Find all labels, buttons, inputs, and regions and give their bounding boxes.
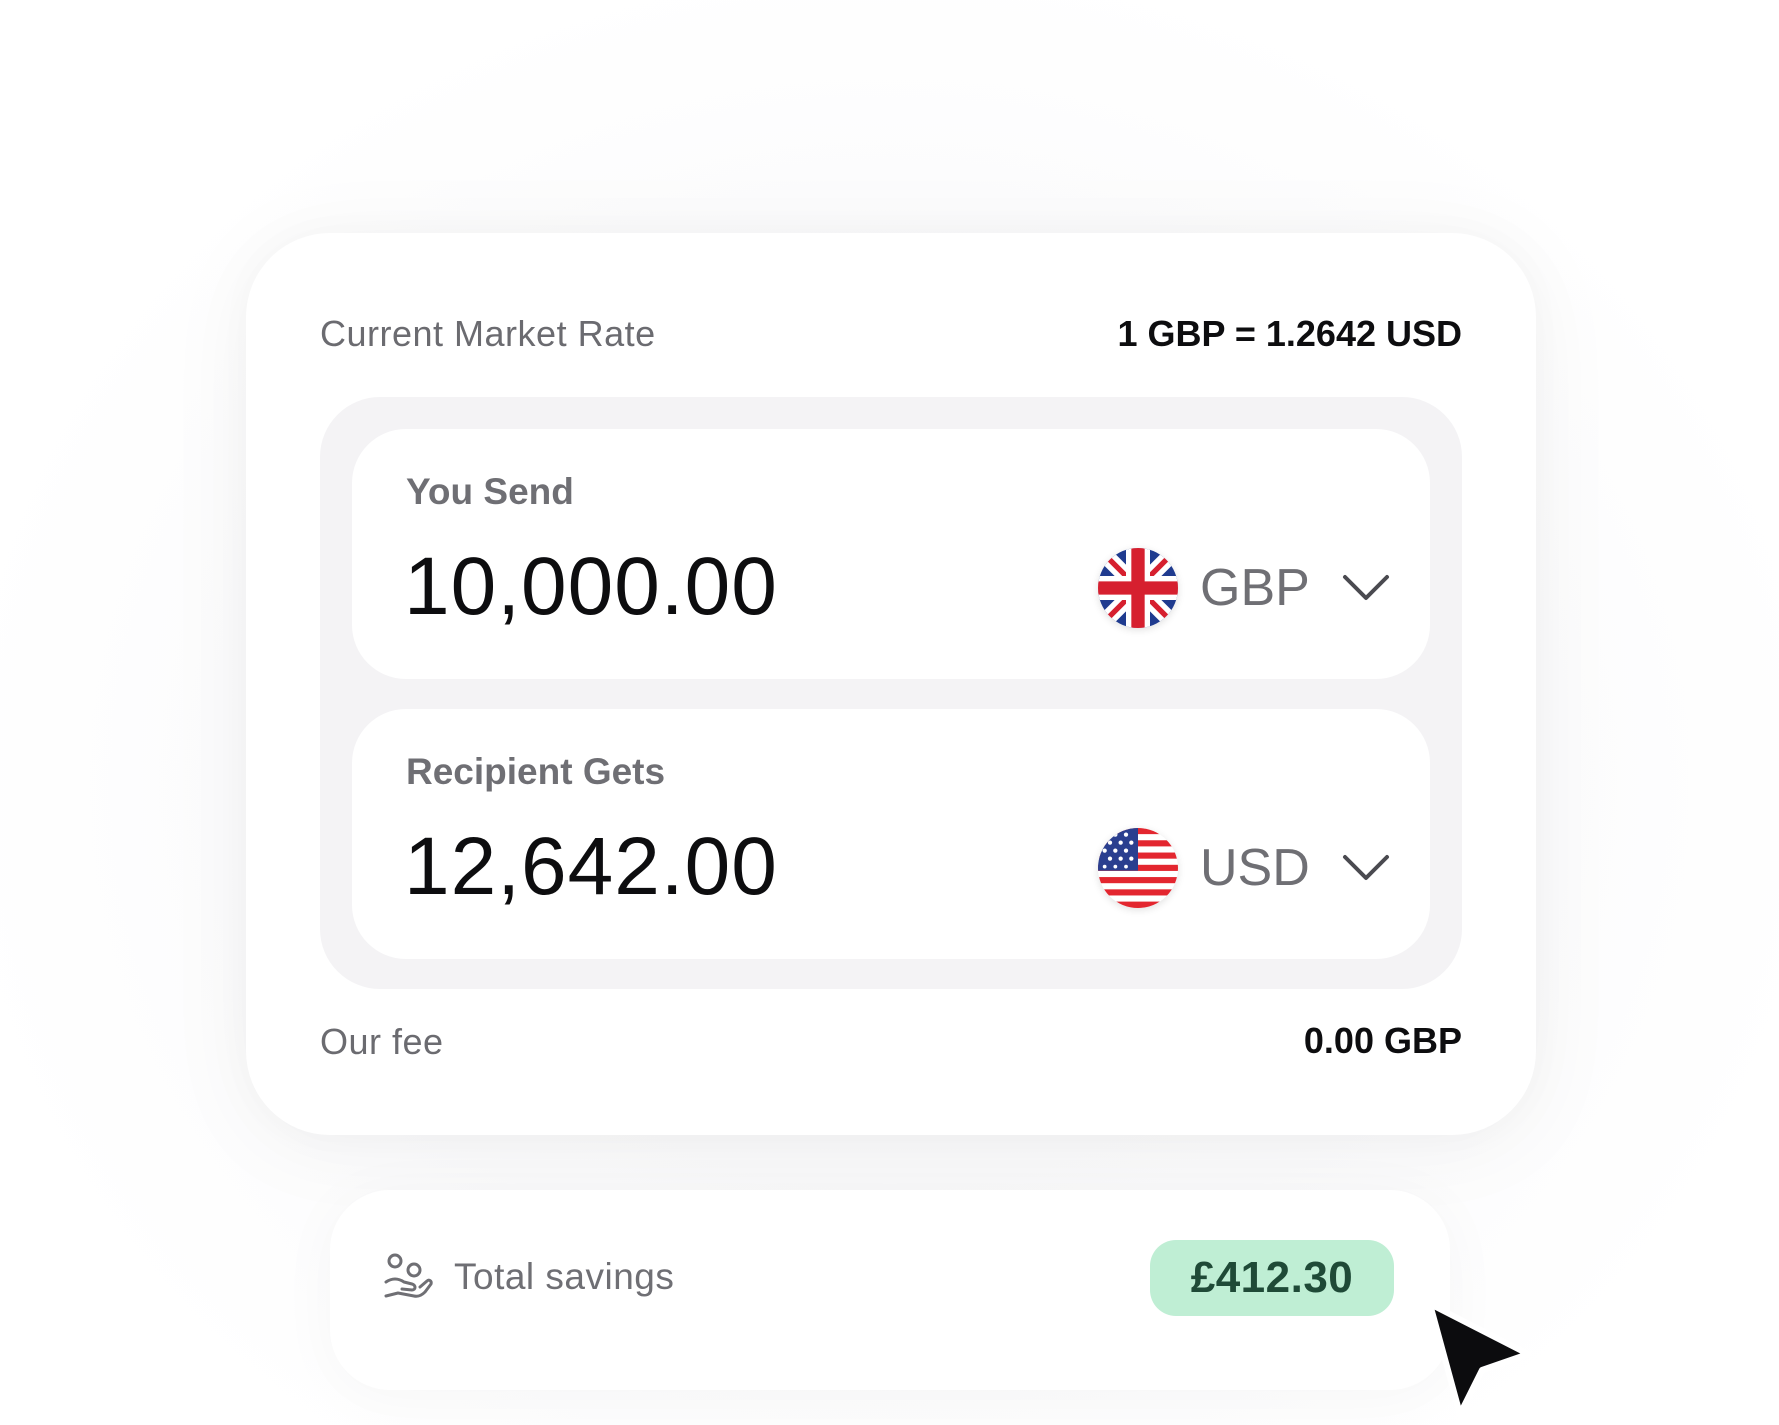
chevron-down-icon[interactable] — [1342, 573, 1390, 603]
market-rate-label: Current Market Rate — [320, 313, 656, 354]
savings-label: Total savings — [454, 1256, 675, 1297]
fee-value: 0.00 GBP — [1303, 1020, 1462, 1061]
us-flag-icon — [1098, 828, 1178, 908]
receive-label: Recipient Gets — [406, 751, 666, 792]
send-panel[interactable]: You Send 10,000.00 GBP — [352, 429, 1430, 679]
savings-bar: Total savings £412.30 — [330, 1190, 1450, 1390]
send-label: You Send — [406, 471, 574, 512]
mouse-pointer-icon — [1427, 1301, 1531, 1417]
receive-currency-selector[interactable]: USD — [1098, 827, 1390, 909]
receive-panel[interactable]: Recipient Gets 12,642.00 USD — [352, 709, 1430, 959]
send-currency-selector[interactable]: GBP — [1098, 547, 1390, 629]
send-currency-code: GBP — [1200, 559, 1310, 617]
background: Current Market Rate 1 GBP = 1.2642 USD Y… — [0, 0, 1779, 1425]
receive-amount-input[interactable]: 12,642.00 — [404, 819, 778, 915]
chevron-down-icon[interactable] — [1342, 853, 1390, 883]
fee-label: Our fee — [320, 1021, 444, 1062]
receive-currency-code: USD — [1200, 839, 1310, 897]
send-amount-input[interactable]: 10,000.00 — [404, 539, 778, 635]
savings-badge: £412.30 — [1150, 1240, 1394, 1316]
transfer-calculator-card: Current Market Rate 1 GBP = 1.2642 USD Y… — [246, 233, 1536, 1135]
hand-coins-icon — [384, 1253, 433, 1298]
currency-converter: You Send 10,000.00 GBP Recipient Gets 12… — [320, 397, 1462, 989]
market-rate-value: 1 GBP = 1.2642 USD — [1117, 313, 1462, 354]
uk-flag-icon — [1098, 548, 1178, 628]
